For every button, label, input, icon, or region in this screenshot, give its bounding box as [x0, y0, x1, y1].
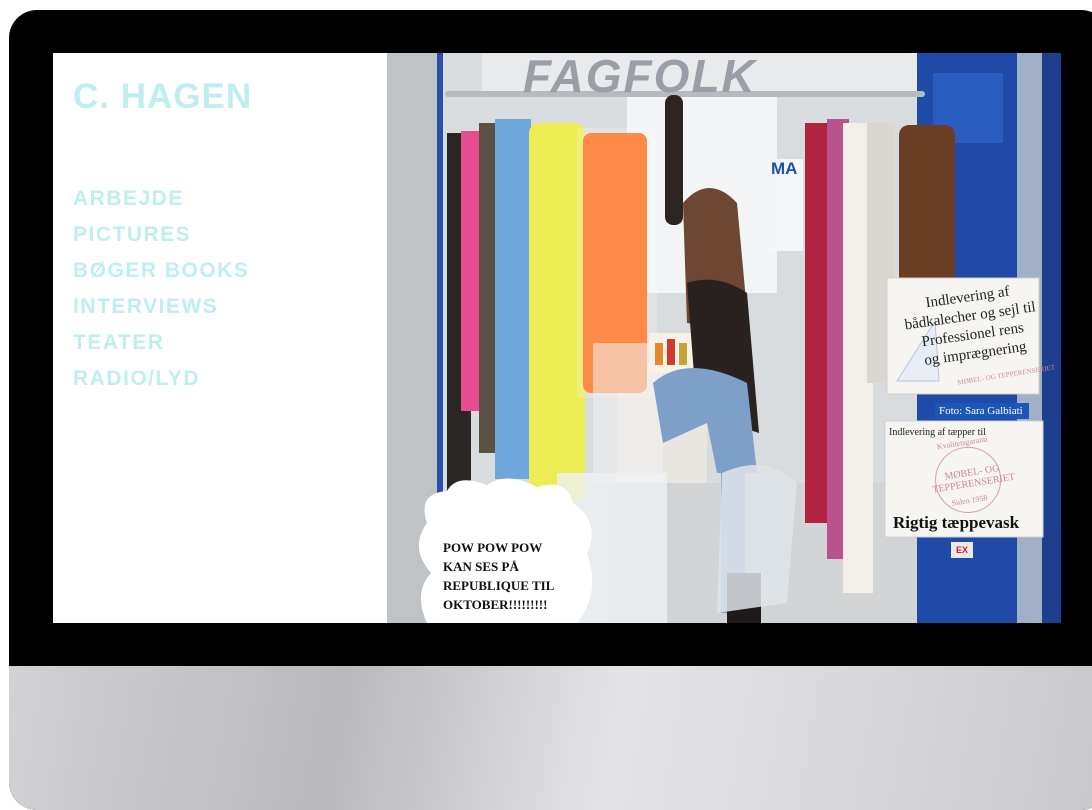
main-menu: ARBEJDE PICTURES BØGER BOOKS INTERVIEWS … — [73, 181, 249, 397]
menu-item-boger-books[interactable]: BØGER BOOKS — [73, 253, 249, 289]
menu-item-teater[interactable]: TEATER — [73, 325, 249, 361]
menu-item-interviews[interactable]: INTERVIEWS — [73, 289, 249, 325]
speech-line: POW POW POW — [443, 540, 543, 555]
website-screen: C. HAGEN ARBEJDE PICTURES BØGER BOOKS IN… — [53, 53, 1061, 623]
monitor-frame: C. HAGEN ARBEJDE PICTURES BØGER BOOKS IN… — [9, 10, 1092, 810]
sidebar: C. HAGEN ARBEJDE PICTURES BØGER BOOKS IN… — [53, 53, 387, 623]
monitor-chin — [9, 666, 1092, 810]
ma-sign-text: MA — [771, 159, 798, 178]
speech-bubble-text: POW POW POW KAN SES PÅ REPUBLIQUE TIL OK… — [443, 538, 578, 614]
menu-item-radio-lyd[interactable]: RADIO/LYD — [73, 361, 249, 397]
speech-line: KAN SES PÅ — [443, 559, 519, 574]
speech-line: OKTOBER!!!!!!!!! — [443, 597, 548, 612]
hero-photo: FAGFOLK MA Indlevering af bådkalecher og… — [387, 53, 1061, 623]
menu-item-pictures[interactable]: PICTURES — [73, 217, 249, 253]
menu-item-arbejde[interactable]: ARBEJDE — [73, 181, 249, 217]
site-title[interactable]: C. HAGEN — [73, 77, 252, 117]
ma-sign: MA — [769, 159, 803, 251]
ex-badge: EX — [951, 542, 973, 558]
speech-line: REPUBLIQUE TIL — [443, 578, 555, 593]
store-sign: FAGFOLK — [523, 53, 757, 102]
photo-credit: Foto: Sara Galbiati — [935, 403, 1029, 419]
sign2-big-text: Rigtig tæppevask — [893, 513, 1020, 532]
